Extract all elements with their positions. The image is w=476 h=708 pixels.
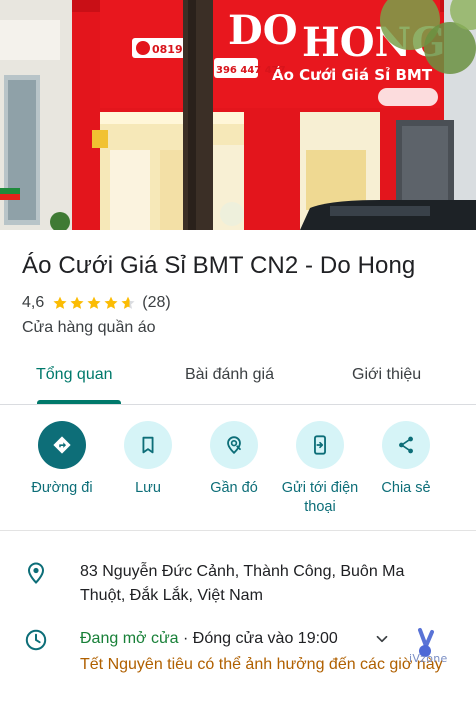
open-status: Đang mở cửa [80,630,179,647]
location-pin-icon [27,562,45,584]
share-label: Chia sẻ [381,480,431,496]
directions-icon [38,421,86,469]
action-bar: Đường đi Lưu Gần đó Gửi tới điện thoại C… [0,405,476,531]
nearby-icon [210,421,258,469]
share-icon [382,421,430,469]
svg-text:Áo Cưới Giá Sỉ BMT: Áo Cưới Giá Sỉ BMT [272,65,433,84]
bookmark-icon [124,421,172,469]
place-title: Áo Cưới Giá Sỉ BMT CN2 - Do Hong [22,252,416,279]
tab-overview[interactable]: Tổng quan [36,366,113,384]
review-count[interactable]: (28) [142,294,170,312]
hours-summary[interactable]: Đang mở cửa · Đóng cửa vào 19:00 [80,627,338,651]
send-to-phone-label: Gửi tới điện thoại [281,480,359,515]
directions-button[interactable]: Đường đi [17,421,107,498]
tab-bar: Tổng quan Bài đánh giá Giới thiệu [0,352,476,405]
share-button[interactable]: Chia sẻ [361,421,451,498]
save-button[interactable]: Lưu [103,421,193,498]
send-to-phone-button[interactable]: Gửi tới điện thoại [275,421,365,517]
star-icon [104,296,118,309]
nearby-button[interactable]: Gần đó [189,421,279,498]
place-category[interactable]: Cửa hàng quần áo [22,319,155,337]
rating-value: 4,6 [22,294,45,311]
svg-text:DO: DO [228,7,298,54]
tab-reviews[interactable]: Bài đánh giá [185,366,274,384]
watermark-text: iVzone [409,652,448,665]
send-to-phone-icon [296,421,344,469]
tab-about[interactable]: Giới thiệu [352,366,421,384]
holiday-notice: Tết Nguyên tiêu có thể ảnh hưởng đến các… [80,656,443,673]
active-tab-indicator [37,400,121,404]
chevron-down-icon[interactable] [373,630,391,648]
rating-stars [52,295,137,311]
rating-row[interactable]: 4,6 (28) [22,294,171,312]
storefront-photo: DO HONG Áo Cưới Giá Sỉ BMT 0819 73 396 4… [0,0,476,230]
star-icon [53,296,67,309]
nearby-label: Gần đó [210,480,258,496]
directions-label: Đường đi [31,480,93,496]
closing-time: Đóng cửa vào 19:00 [192,630,338,647]
clock-icon [25,629,47,651]
hours-separator: · [178,630,193,647]
star-icon [87,296,101,309]
star-half-icon [121,296,135,309]
star-icon [70,296,84,309]
place-photo[interactable]: DO HONG Áo Cưới Giá Sỉ BMT 0819 73 396 4… [0,0,476,230]
svg-text:396 447 477: 396 447 477 [216,65,286,76]
save-label: Lưu [135,480,161,496]
address-text[interactable]: 83 Nguyễn Đức Cảnh, Thành Công, Buôn Ma … [80,560,440,608]
